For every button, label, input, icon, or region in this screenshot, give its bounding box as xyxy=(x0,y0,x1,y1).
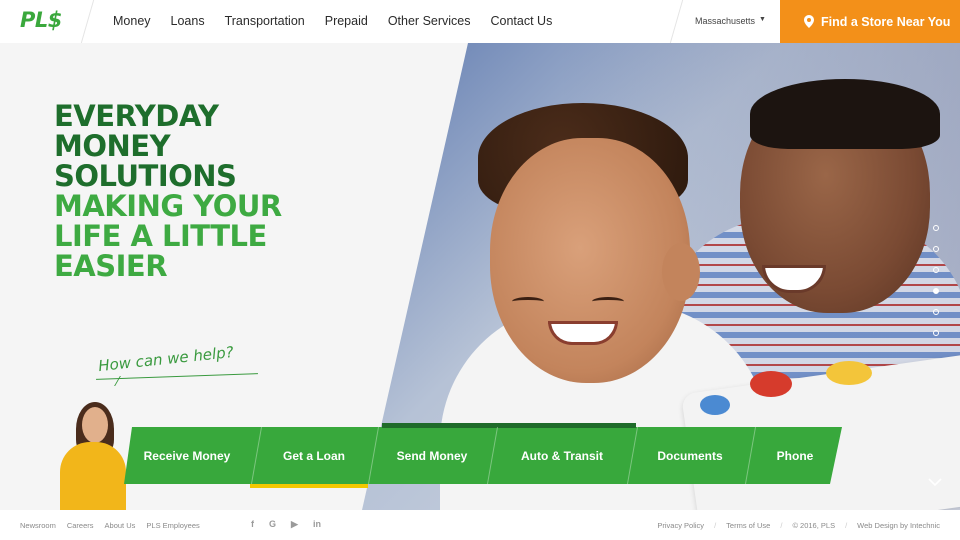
slide-dot[interactable] xyxy=(933,309,939,315)
slide-dot[interactable] xyxy=(933,246,939,252)
headline-line: LIFE A LITTLE xyxy=(54,219,267,253)
service-send-money[interactable]: Send Money xyxy=(373,427,491,484)
main-nav: Money Loans Transportation Prepaid Other… xyxy=(113,14,572,28)
site-footer: Newsroom Careers About Us PLS Employees … xyxy=(0,510,960,540)
footer-link-newsroom[interactable]: Newsroom xyxy=(20,521,56,530)
headline-line: EVERYDAY xyxy=(54,99,219,133)
service-get-a-loan[interactable]: Get a Loan xyxy=(256,427,372,484)
headline-line: MAKING YOUR xyxy=(54,189,282,223)
services-active-underline xyxy=(250,484,368,488)
footer-link-careers[interactable]: Careers xyxy=(67,521,94,530)
service-documents[interactable]: Documents xyxy=(632,427,748,484)
footer-link-about-us[interactable]: About Us xyxy=(105,521,136,530)
slide-indicators xyxy=(933,225,939,336)
footer-link-pls-employees[interactable]: PLS Employees xyxy=(146,521,199,530)
slide-dot[interactable] xyxy=(933,225,939,231)
state-selector[interactable]: Massachusetts xyxy=(695,16,755,26)
footer-legal: Privacy Policy / Terms of Use / © 2016, … xyxy=(657,521,940,530)
terms-of-use-link[interactable]: Terms of Use xyxy=(726,521,770,530)
youtube-icon[interactable]: ▶ xyxy=(291,519,298,530)
hero-banner: EVERYDAY MONEY SOLUTIONS MAKING YOUR LIF… xyxy=(0,43,960,510)
pls-logo[interactable]: PL$ xyxy=(20,8,62,32)
privacy-policy-link[interactable]: Privacy Policy xyxy=(657,521,704,530)
logo-divider xyxy=(80,0,108,43)
slide-dot-active[interactable] xyxy=(933,288,939,294)
hero-headline: EVERYDAY MONEY SOLUTIONS MAKING YOUR LIF… xyxy=(54,101,282,281)
facebook-icon[interactable]: f xyxy=(251,519,254,530)
footer-links: Newsroom Careers About Us PLS Employees xyxy=(20,521,200,530)
find-store-button[interactable]: Find a Store Near You xyxy=(780,0,960,43)
service-phone[interactable]: Phone xyxy=(750,427,840,484)
slide-dot[interactable] xyxy=(933,267,939,273)
nav-item-money[interactable]: Money xyxy=(113,14,151,28)
nav-item-loans[interactable]: Loans xyxy=(171,14,205,28)
service-receive-money[interactable]: Receive Money xyxy=(124,427,250,484)
nav-item-transportation[interactable]: Transportation xyxy=(225,14,305,28)
service-auto-transit[interactable]: Auto & Transit xyxy=(492,427,632,484)
nav-item-prepaid[interactable]: Prepaid xyxy=(325,14,368,28)
linkedin-icon[interactable]: in xyxy=(313,519,321,530)
map-pin-icon xyxy=(804,15,814,28)
chevron-down-icon[interactable] xyxy=(928,473,942,489)
nav-item-contact-us[interactable]: Contact Us xyxy=(491,14,553,28)
find-store-label: Find a Store Near You xyxy=(821,14,951,29)
social-links: f G ▶ in xyxy=(251,519,321,530)
slide-dot[interactable] xyxy=(933,330,939,336)
how-can-we-help: How can we help? xyxy=(97,342,235,376)
headline-line: MONEY xyxy=(54,129,171,163)
site-header: PL$ Money Loans Transportation Prepaid O… xyxy=(0,0,960,43)
caret-down-icon[interactable]: ▼ xyxy=(759,16,766,23)
google-plus-icon[interactable]: G xyxy=(269,519,276,530)
nav-item-other-services[interactable]: Other Services xyxy=(388,14,471,28)
headline-line: SOLUTIONS xyxy=(54,159,237,193)
web-design-credit[interactable]: Web Design by Intechnic xyxy=(857,521,940,530)
headline-line: EASIER xyxy=(54,249,168,283)
copyright-text: © 2016, PLS xyxy=(792,521,836,530)
